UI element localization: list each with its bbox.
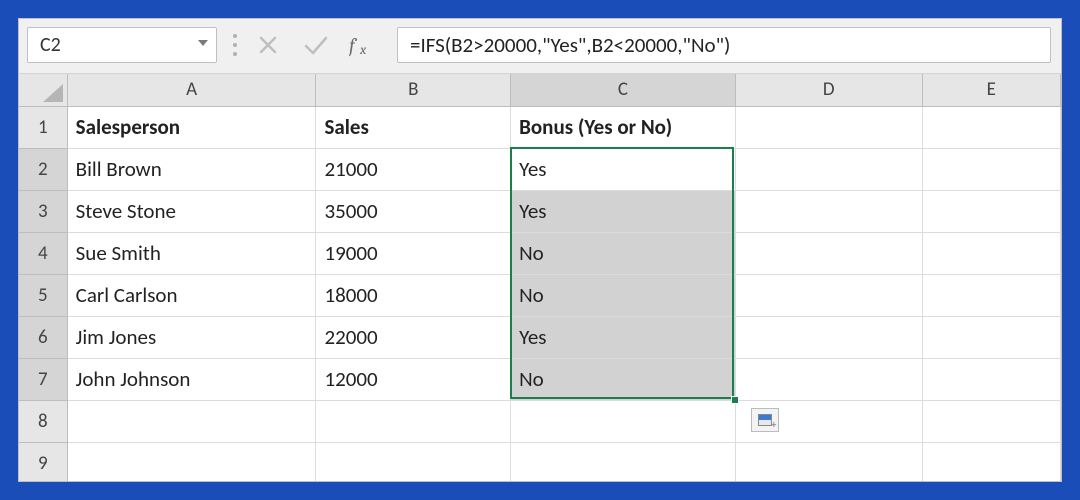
cell-B6[interactable]: 22000 bbox=[316, 316, 511, 358]
cell-C8[interactable] bbox=[511, 400, 736, 442]
cell-C6[interactable]: Yes bbox=[511, 316, 736, 358]
svg-text:x: x bbox=[359, 41, 367, 57]
formula-buttons: fx bbox=[253, 30, 385, 60]
cell-D6[interactable] bbox=[735, 316, 922, 358]
resize-grip[interactable] bbox=[229, 34, 241, 56]
cell-C1[interactable]: Bonus (Yes or No) bbox=[511, 106, 736, 148]
cell-A9[interactable] bbox=[67, 442, 316, 481]
row-header[interactable]: 2 bbox=[19, 148, 67, 190]
cell-B9[interactable] bbox=[316, 442, 511, 481]
column-header-A[interactable]: A bbox=[67, 74, 316, 106]
plus-icon: + bbox=[771, 420, 776, 430]
cell-A2[interactable]: Bill Brown bbox=[67, 148, 316, 190]
cancel-button[interactable] bbox=[253, 30, 283, 60]
row-header[interactable]: 3 bbox=[19, 190, 67, 232]
cell-B5[interactable]: 18000 bbox=[316, 274, 511, 316]
cell-E3[interactable] bbox=[922, 190, 1061, 232]
cell-D5[interactable] bbox=[735, 274, 922, 316]
formula-text: =IFS(B2>20000,"Yes",B2<20000,"No") bbox=[410, 32, 730, 58]
name-box[interactable]: C2 bbox=[27, 27, 217, 63]
row-header[interactable]: 4 bbox=[19, 232, 67, 274]
worksheet[interactable]: A B C D E 1 Salesperson Sales Bonus (Yes… bbox=[19, 74, 1061, 481]
excel-window: C2 fx =IFS(B2>20000,"Yes",B2<20000,"No") bbox=[18, 18, 1062, 482]
cell-E6[interactable] bbox=[922, 316, 1061, 358]
cell-A6[interactable]: Jim Jones bbox=[67, 316, 316, 358]
autofill-icon-glyph bbox=[759, 415, 771, 425]
column-header-D[interactable]: D bbox=[735, 74, 922, 106]
row-header[interactable]: 5 bbox=[19, 274, 67, 316]
cell-E7[interactable] bbox=[922, 358, 1061, 400]
cell-C9[interactable] bbox=[511, 442, 736, 481]
cell-D3[interactable] bbox=[735, 190, 922, 232]
row-header[interactable]: 9 bbox=[19, 442, 67, 481]
cell-A8[interactable] bbox=[67, 400, 316, 442]
row-header[interactable]: 8 bbox=[19, 400, 67, 442]
cell-D2[interactable] bbox=[735, 148, 922, 190]
row-header[interactable]: 6 bbox=[19, 316, 67, 358]
cell-C4[interactable]: No bbox=[511, 232, 736, 274]
cell-A3[interactable]: Steve Stone bbox=[67, 190, 316, 232]
column-header-C[interactable]: C bbox=[511, 74, 736, 106]
cell-E9[interactable] bbox=[922, 442, 1061, 481]
cell-D7[interactable] bbox=[735, 358, 922, 400]
column-header-E[interactable]: E bbox=[922, 74, 1061, 106]
cell-E4[interactable] bbox=[922, 232, 1061, 274]
cell-B7[interactable]: 12000 bbox=[316, 358, 511, 400]
cell-E8[interactable] bbox=[922, 400, 1061, 442]
formula-bar: C2 fx =IFS(B2>20000,"Yes",B2<20000,"No") bbox=[19, 19, 1061, 74]
svg-text:f: f bbox=[349, 34, 358, 57]
cell-B1[interactable]: Sales bbox=[316, 106, 511, 148]
row-header[interactable]: 1 bbox=[19, 106, 67, 148]
cell-D9[interactable] bbox=[735, 442, 922, 481]
cell-A5[interactable]: Carl Carlson bbox=[67, 274, 316, 316]
fill-handle[interactable] bbox=[731, 396, 739, 404]
cell-C7[interactable]: No bbox=[511, 358, 736, 400]
cell-C3[interactable]: Yes bbox=[511, 190, 736, 232]
cell-C5[interactable]: No bbox=[511, 274, 736, 316]
cell-C2[interactable]: Yes bbox=[511, 148, 736, 190]
name-box-value: C2 bbox=[40, 33, 61, 57]
cell-D4[interactable] bbox=[735, 232, 922, 274]
cell-A7[interactable]: John Johnson bbox=[67, 358, 316, 400]
autofill-options-button[interactable]: + bbox=[751, 408, 779, 432]
select-all-corner[interactable] bbox=[19, 74, 67, 106]
column-header-B[interactable]: B bbox=[316, 74, 511, 106]
cell-A4[interactable]: Sue Smith bbox=[67, 232, 316, 274]
row-header[interactable]: 7 bbox=[19, 358, 67, 400]
enter-button[interactable] bbox=[301, 30, 331, 60]
formula-input[interactable]: =IFS(B2>20000,"Yes",B2<20000,"No") bbox=[397, 27, 1051, 63]
cell-B4[interactable]: 19000 bbox=[316, 232, 511, 274]
cell-E1[interactable] bbox=[922, 106, 1061, 148]
cell-B8[interactable] bbox=[316, 400, 511, 442]
cell-B3[interactable]: 35000 bbox=[316, 190, 511, 232]
cell-B2[interactable]: 21000 bbox=[316, 148, 511, 190]
cell-E5[interactable] bbox=[922, 274, 1061, 316]
insert-function-button[interactable]: fx bbox=[349, 30, 379, 60]
cell-D1[interactable] bbox=[735, 106, 922, 148]
chevron-down-icon bbox=[198, 40, 208, 50]
cell-A1[interactable]: Salesperson bbox=[67, 106, 316, 148]
cell-E2[interactable] bbox=[922, 148, 1061, 190]
